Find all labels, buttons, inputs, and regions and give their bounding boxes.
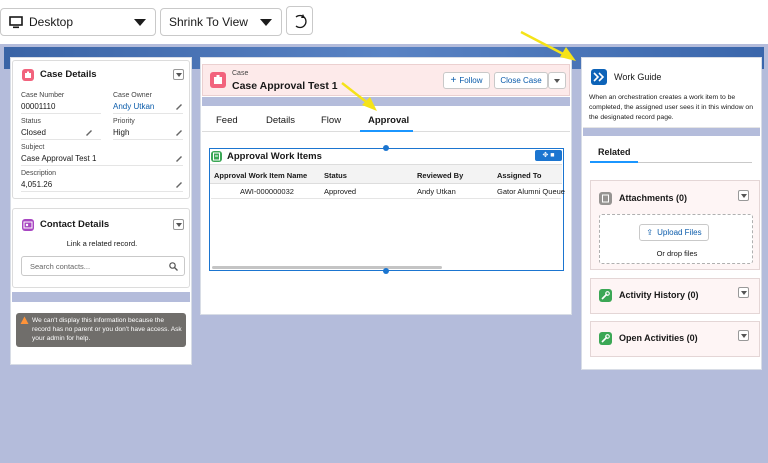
- arrow-to-approval-tab: [341, 82, 377, 111]
- annotation-arrows: [341, 30, 576, 111]
- arrow-to-work-guide: [520, 30, 576, 61]
